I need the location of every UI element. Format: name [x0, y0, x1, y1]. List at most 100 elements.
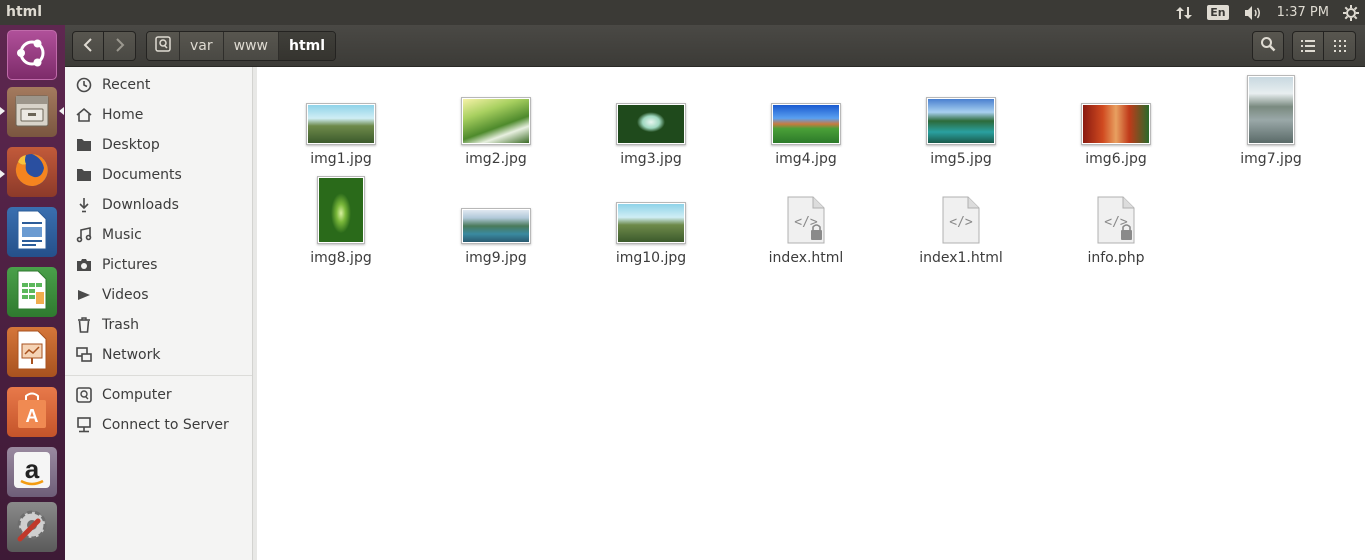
- forward-button[interactable]: [104, 31, 136, 61]
- file-item-index1-html[interactable]: </> index1.html: [901, 170, 1021, 266]
- volume-icon[interactable]: [1243, 5, 1263, 21]
- sidebar-item-documents[interactable]: Documents: [65, 160, 252, 190]
- top-panel: html En 1:37 PM: [0, 0, 1365, 25]
- file-item-img7[interactable]: img7.jpg: [1211, 71, 1331, 167]
- sidebar-item-computer[interactable]: Computer: [65, 380, 252, 410]
- file-item-index-html[interactable]: </> index.html: [746, 170, 866, 266]
- firefox-icon: [12, 150, 52, 194]
- keyboard-layout-indicator[interactable]: En: [1207, 5, 1229, 20]
- image-thumbnail: [1081, 103, 1151, 145]
- file-name: img4.jpg: [775, 151, 837, 167]
- sidebar-item-videos[interactable]: Videos: [65, 280, 252, 310]
- running-indicator: [0, 170, 5, 178]
- software-launcher-button[interactable]: A: [7, 387, 57, 437]
- html-file-icon: </>: [941, 196, 981, 244]
- breadcrumb-root-button[interactable]: [147, 32, 180, 60]
- calc-launcher-button[interactable]: [7, 267, 57, 317]
- firefox-launcher-button[interactable]: [7, 147, 57, 197]
- amazon-launcher-button[interactable]: a: [7, 447, 57, 497]
- sidebar-item-music[interactable]: Music: [65, 220, 252, 250]
- files-launcher-button[interactable]: [7, 87, 57, 137]
- svg-text:</>: </>: [949, 215, 973, 230]
- sidebar-item-label: Downloads: [102, 197, 179, 213]
- image-thumbnail: [317, 176, 365, 244]
- php-file-icon: </>: [1096, 196, 1136, 244]
- network-icon: [75, 346, 93, 364]
- sidebar-item-label: Trash: [102, 317, 139, 333]
- file-item-img6[interactable]: img6.jpg: [1056, 71, 1176, 167]
- text-document-icon: [15, 210, 49, 254]
- sidebar-item-label: Recent: [102, 77, 151, 93]
- file-name: index.html: [768, 250, 844, 266]
- impress-launcher-button[interactable]: [7, 327, 57, 377]
- file-name: info.php: [1087, 250, 1145, 266]
- chevron-right-icon: [115, 37, 125, 56]
- breadcrumb-item-html[interactable]: html: [278, 32, 336, 60]
- file-name: img10.jpg: [615, 250, 687, 266]
- file-name: index1.html: [919, 250, 1003, 266]
- chevron-left-icon: [83, 37, 93, 56]
- html-file-icon: </>: [786, 196, 826, 244]
- file-name: img8.jpg: [310, 250, 372, 266]
- sidebar-item-label: Connect to Server: [102, 417, 229, 433]
- sidebar-item-label: Pictures: [102, 257, 158, 273]
- image-thumbnail: [616, 103, 686, 145]
- file-item-img3[interactable]: img3.jpg: [591, 71, 711, 167]
- file-item-img2[interactable]: img2.jpg: [436, 71, 556, 167]
- file-item-img10[interactable]: img10.jpg: [591, 170, 711, 266]
- image-thumbnail: [616, 202, 686, 244]
- ubuntu-logo-icon: [14, 35, 50, 75]
- file-name: img6.jpg: [1085, 151, 1147, 167]
- list-view-button[interactable]: [1292, 31, 1324, 61]
- clock[interactable]: 1:37 PM: [1277, 5, 1329, 20]
- image-thumbnail: [461, 208, 531, 244]
- keyboard-layout-label: En: [1207, 5, 1229, 20]
- file-item-img1[interactable]: img1.jpg: [281, 71, 401, 167]
- list-view-icon: [1301, 37, 1315, 56]
- sidebar-item-label: Network: [102, 347, 161, 363]
- system-settings-launcher-button[interactable]: [7, 502, 57, 552]
- grid-view-button[interactable]: [1324, 31, 1356, 61]
- file-item-img4[interactable]: img4.jpg: [746, 71, 866, 167]
- search-button[interactable]: [1252, 31, 1284, 61]
- camera-icon: [75, 256, 93, 274]
- indicator-area: En 1:37 PM: [1175, 0, 1365, 25]
- sidebar-item-home[interactable]: Home: [65, 100, 252, 130]
- file-item-img8[interactable]: img8.jpg: [281, 170, 401, 266]
- home-icon: [75, 106, 93, 124]
- sidebar-item-desktop[interactable]: Desktop: [65, 130, 252, 160]
- download-icon: [75, 196, 93, 214]
- breadcrumb-item-var[interactable]: var: [180, 32, 224, 60]
- sidebar-item-label: Home: [102, 107, 144, 123]
- file-name: img3.jpg: [620, 151, 682, 167]
- header-bar: var www html: [65, 25, 1365, 67]
- amazon-icon: a: [12, 450, 52, 494]
- drive-icon: [155, 36, 171, 56]
- presentation-icon: [15, 330, 49, 374]
- network-transfer-icon[interactable]: [1175, 5, 1193, 21]
- sidebar-item-label: Videos: [102, 287, 149, 303]
- settings-gear-icon[interactable]: [1343, 4, 1359, 21]
- ubuntu-dash-button[interactable]: [7, 30, 57, 80]
- sidebar-item-label: Desktop: [102, 137, 160, 153]
- file-item-img9[interactable]: img9.jpg: [436, 170, 556, 266]
- file-item-info-php[interactable]: </> info.php: [1056, 170, 1176, 266]
- sidebar-item-recent[interactable]: Recent: [65, 70, 252, 100]
- sidebar-item-trash[interactable]: Trash: [65, 310, 252, 340]
- file-cabinet-icon: [12, 90, 52, 134]
- back-button[interactable]: [72, 31, 104, 61]
- file-name: img7.jpg: [1240, 151, 1302, 167]
- writer-launcher-button[interactable]: [7, 207, 57, 257]
- running-indicator: [0, 107, 5, 115]
- sidebar-item-pictures[interactable]: Pictures: [65, 250, 252, 280]
- sidebar-item-downloads[interactable]: Downloads: [65, 190, 252, 220]
- file-item-img5[interactable]: img5.jpg: [901, 71, 1021, 167]
- breadcrumb-item-www[interactable]: www: [223, 32, 279, 60]
- svg-text:</>: </>: [794, 215, 818, 230]
- clock-icon: [75, 76, 93, 94]
- image-thumbnail: [926, 97, 996, 145]
- sidebar-item-network[interactable]: Network: [65, 340, 252, 370]
- sidebar-item-connect-to-server[interactable]: Connect to Server: [65, 410, 252, 440]
- places-sidebar: Recent Home Desktop Documents Downloads …: [65, 67, 253, 560]
- sidebar-item-label: Music: [102, 227, 142, 243]
